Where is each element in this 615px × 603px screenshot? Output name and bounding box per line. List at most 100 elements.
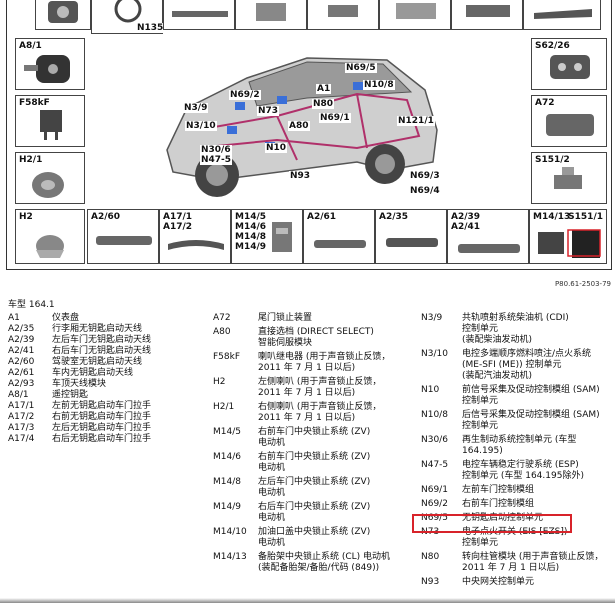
legend-description: 电控车辆稳定行驶系统 (ESP) 控制单元 (车型 164.195除外) xyxy=(462,460,584,481)
callout-n30-6: N30/6 xyxy=(200,145,232,155)
horn-icon xyxy=(32,172,64,198)
legend-code: M14/13 xyxy=(213,552,247,562)
legend-description: 加油口盖中央锁止系统 (ZV) 电动机 xyxy=(258,527,371,548)
legend-code: M14/6 xyxy=(213,452,241,462)
component-top-3 xyxy=(163,0,235,30)
legend-description: 驾驶室无钥匙启动天线 xyxy=(52,357,143,367)
legend-description: 遥控钥匙 xyxy=(52,390,89,400)
legend-description: 中央网关控制单元 xyxy=(462,577,535,587)
component-top-n135: N135 xyxy=(91,0,165,34)
vehicle-model: 车型 164.1 xyxy=(8,300,55,310)
callout-n47-5: N47-5 xyxy=(200,155,233,165)
legend-description: 右前车门中央锁止系统 (ZV) 电动机 xyxy=(258,427,371,448)
figure-reference: P80.61-2503-79 xyxy=(554,280,611,288)
legend-code: A1 xyxy=(8,313,20,323)
legend-code: N30/6 xyxy=(421,435,448,445)
callout-a1: A1 xyxy=(316,84,332,94)
legend-description: 车顶天线模块 xyxy=(52,379,107,389)
legend-description: 左后无钥匙启动车门拉手 xyxy=(52,423,152,433)
callout-n69-1: N69/1 xyxy=(319,113,351,123)
legend-description: 行李厢无钥匙启动天线 xyxy=(52,324,143,334)
callout-n3-10: N3/10 xyxy=(185,121,217,131)
legend-code: M14/8 xyxy=(213,477,241,487)
component-top-7 xyxy=(451,0,523,30)
box-a2-61: A2/61 xyxy=(303,209,375,264)
legend-description: 喇叭继电器 (用于声音锁止反馈， 2011 年 7 月 1 日以后) xyxy=(258,352,391,373)
legend-description: 右后无钥匙启动车门拉手 xyxy=(52,434,152,444)
legend-code: N93 xyxy=(421,577,440,587)
box-s151-2: S151/2 xyxy=(531,152,607,204)
callout-n80: N80 xyxy=(312,99,335,109)
key-icon xyxy=(24,55,70,83)
box-a2-39-41: A2/39 A2/41 xyxy=(447,209,529,264)
legend-code: A2/93 xyxy=(8,379,35,389)
callout-n69-3: N69/3 xyxy=(409,171,441,181)
legend-description: 共轨喷射系统柴油机 (CDI) 控制单元 (装配柴油发动机) xyxy=(462,313,569,345)
legend-code: M14/10 xyxy=(213,527,247,537)
box-a17-1-2: A17/1 A17/2 xyxy=(159,209,231,264)
legend-code: N69/2 xyxy=(421,499,448,509)
legend-description: 左侧喇叭 (用于声音锁止反馈， 2011 年 7 月 1 日以后) xyxy=(258,377,382,398)
legend-code: A2/39 xyxy=(8,335,35,345)
component-top-5 xyxy=(307,0,379,30)
legend-code: A17/2 xyxy=(8,412,35,422)
legend-code: N10/8 xyxy=(421,410,448,420)
callout-n93: N93 xyxy=(289,171,312,181)
tailgate-lock-icon xyxy=(546,114,594,136)
switch-icon xyxy=(550,55,590,79)
legend-description: 左后车门无钥匙启动天线 xyxy=(52,335,152,345)
callout-n10: N10 xyxy=(265,143,288,153)
box-a8-1: A8/1 xyxy=(15,38,85,90)
legend-description: 仪表盘 xyxy=(52,313,80,323)
legend-description: 右前无钥匙启动车门拉手 xyxy=(52,412,152,422)
box-a2-60: A2/60 xyxy=(87,209,159,264)
callout-n69-5: N69/5 xyxy=(345,63,377,73)
legend-description: 右前车门控制模组 xyxy=(462,499,535,509)
box-m14-13-s151-1: M14/13 S151/1 xyxy=(529,209,607,264)
legend-code: M14/5 xyxy=(213,427,241,437)
legend-description: 尾门锁止装置 xyxy=(258,313,313,323)
legend-code: N80 xyxy=(421,552,440,562)
callout-n69-2: N69/2 xyxy=(229,90,261,100)
legend-code: N3/10 xyxy=(421,349,448,359)
legend-description: 车内无钥匙启动天线 xyxy=(52,368,134,378)
legend-description: 再生制动系统控制单元 (车型 164.195) xyxy=(462,435,577,456)
legend-code: A2/35 xyxy=(8,324,35,334)
door-handle-icon xyxy=(168,240,224,250)
legend-description: 左后车门中央锁止系统 (ZV) 电动机 xyxy=(258,477,371,498)
legend-code: N69/1 xyxy=(421,485,448,495)
button-switch-icon xyxy=(554,167,582,189)
relay-icon xyxy=(40,110,62,140)
legend-description: 直接选档 (DIRECT SELECT) 智能伺服模块 xyxy=(258,327,374,348)
highlight-n69-5 xyxy=(412,514,572,533)
box-a2-35: A2/35 xyxy=(375,209,447,264)
page-edge xyxy=(0,598,615,603)
component-top-1 xyxy=(35,0,91,30)
box-h2-1: H2/1 xyxy=(15,152,85,204)
legend-description: 电控多端顺序燃料喷注/点火系统 (ME-SFI (ME)) 控制单元 (装配汽油… xyxy=(462,349,592,381)
antenna-icon-3 xyxy=(386,238,438,247)
legend-code: A2/41 xyxy=(8,346,35,356)
legend-code: H2 xyxy=(213,377,226,387)
lock-motor-icon xyxy=(272,222,292,252)
legend-description: 转向柱管模块 (用于声音锁止反馈， 2011 年 7 月 1 日以后) xyxy=(462,552,604,573)
legend-code: F58kF xyxy=(213,352,241,362)
antenna-icon xyxy=(96,236,152,245)
legend-code: N47-5 xyxy=(421,460,449,470)
horn-icon-2 xyxy=(36,235,64,258)
legend-code: N10 xyxy=(421,385,440,395)
component-top-8 xyxy=(523,0,601,30)
legend-description: 右前车门中央锁止系统 (ZV) 电动机 xyxy=(258,452,371,473)
legend-description: 左前车门控制模组 xyxy=(462,485,535,495)
legend-code: H2/1 xyxy=(213,402,235,412)
legend-code: A17/4 xyxy=(8,434,35,444)
legend-code: N3/9 xyxy=(421,313,443,323)
legend-code: A80 xyxy=(213,327,231,337)
component-top-6 xyxy=(379,0,451,30)
callout-n69-4: N69/4 xyxy=(409,186,441,196)
wiring-diagram: N135 A8/1 F58kF H2/1 H2 A2/60 A17/1 A17/… xyxy=(6,0,612,270)
legend-code: A2/61 xyxy=(8,368,35,378)
legend-description: 前信号采集及促动控制模组 (SAM) 控制单元 xyxy=(462,385,600,406)
legend-code: A72 xyxy=(213,313,231,323)
legend-description: 后信号采集及促动控制模组 (SAM) 控制单元 xyxy=(462,410,600,431)
